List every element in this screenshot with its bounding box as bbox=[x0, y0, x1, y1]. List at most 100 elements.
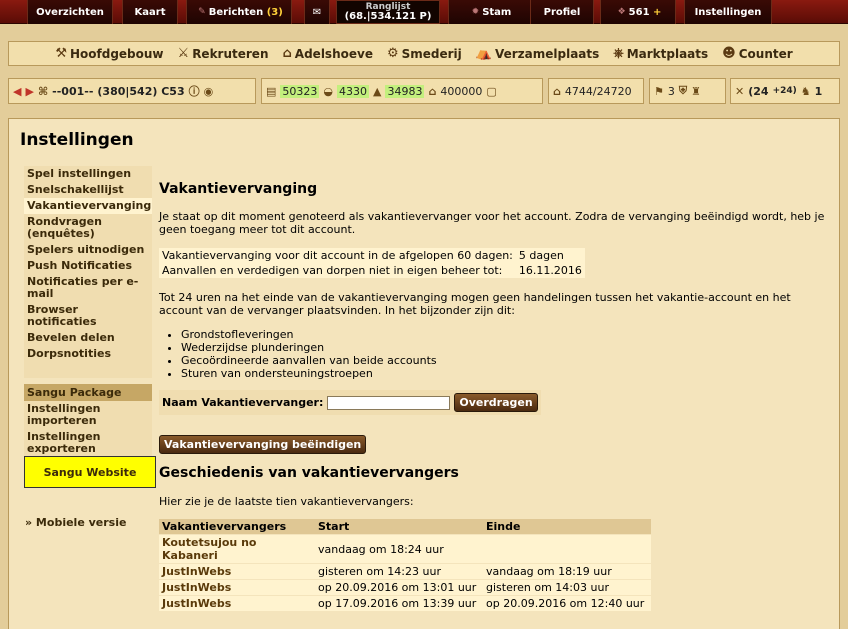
menu-email[interactable]: Notificaties per e-mail bbox=[24, 274, 152, 302]
tribe-label: Stam bbox=[482, 6, 512, 18]
menu-spacer bbox=[24, 362, 152, 378]
menu-browser[interactable]: Browser notificaties bbox=[24, 302, 152, 330]
list-item: Gecoördineerde aanvallen van beide accou… bbox=[181, 354, 831, 367]
iron-amount: 34983 bbox=[385, 84, 425, 98]
menu-sangu-export[interactable]: Instellingen exporteren bbox=[24, 429, 152, 457]
eye-icon[interactable]: ◉ bbox=[204, 85, 214, 98]
building-label: Smederij bbox=[401, 46, 462, 61]
village-name[interactable]: --001-- bbox=[52, 85, 93, 98]
player-link[interactable]: Koutetsujou no Kabaneri bbox=[162, 536, 256, 562]
substitute-form: Naam Vakantievervanger: Overdragen bbox=[159, 390, 541, 415]
table-row: JustInWebs op 17.09.2016 om 13:39 uur op… bbox=[159, 595, 651, 611]
mail-icon: ✉ bbox=[312, 6, 322, 18]
farm-icon: ⌂ bbox=[553, 84, 561, 98]
building-label: Rekruteren bbox=[192, 46, 269, 61]
mail-icon-button[interactable]: ✉ bbox=[304, 0, 330, 24]
ranking-label: Ranglijst bbox=[365, 2, 411, 11]
player-link[interactable]: JustInWebs bbox=[162, 581, 231, 594]
menu-sangu-import[interactable]: Instellingen importeren bbox=[24, 401, 152, 429]
premium-plus: + bbox=[653, 6, 662, 18]
settings-menu: Spel instellingen Snelschakellijst Vakan… bbox=[24, 166, 152, 457]
sangu-website-link[interactable]: Sangu Website bbox=[24, 456, 156, 488]
player-link[interactable]: JustInWebs bbox=[162, 597, 231, 610]
prev-village-icon[interactable]: ◀ bbox=[13, 85, 21, 98]
scroll-icon: ✎ bbox=[198, 7, 206, 17]
nav-profile[interactable]: Profiel bbox=[530, 0, 594, 24]
substitute-name-label: Naam Vakantievervanger: bbox=[162, 396, 324, 409]
attack-count-plus: +24) bbox=[772, 86, 797, 96]
end-cell: op 20.09.2016 om 12:40 uur bbox=[483, 595, 651, 611]
wood-amount: 50323 bbox=[280, 84, 320, 98]
flag-icon[interactable]: ⚑ bbox=[654, 85, 664, 98]
next-village-icon[interactable]: ▶ bbox=[25, 85, 33, 98]
overview-label: Overzichten bbox=[36, 6, 104, 18]
menu-game-settings[interactable]: Spel instellingen bbox=[24, 166, 152, 182]
building-rally-point[interactable]: ⛺ Verzamelplaats bbox=[476, 46, 600, 61]
nav-reports[interactable]: ✎ Berichten (3) bbox=[186, 0, 292, 24]
top-navigation-bar: Overzichten Kaart ✎ Berichten (3) ✉ Rang… bbox=[0, 0, 848, 24]
attack-count: (24 bbox=[748, 84, 769, 98]
transfer-button[interactable]: Overdragen bbox=[454, 393, 538, 412]
population-value: 4744/24720 bbox=[564, 84, 632, 98]
substitute-name-input[interactable] bbox=[327, 395, 451, 410]
castle-icon[interactable]: ♜ bbox=[691, 85, 701, 98]
building-headquarters[interactable]: ⚒ Hoofdgebouw bbox=[55, 46, 163, 61]
broken-image-icon: ▢ bbox=[486, 84, 497, 98]
building-label: Adelshoeve bbox=[294, 46, 373, 61]
menu-sangu-head: Sangu Package bbox=[24, 384, 152, 401]
mobile-version-link[interactable]: » Mobiele versie bbox=[25, 516, 126, 529]
settings-label: Instellingen bbox=[694, 6, 762, 18]
menu-quickbar[interactable]: Snelschakellijst bbox=[24, 182, 152, 198]
building-label: Marktplaats bbox=[626, 46, 709, 61]
wood-icon: ▤ bbox=[266, 84, 277, 98]
menu-push[interactable]: Push Notificaties bbox=[24, 258, 152, 274]
menu-village-notes[interactable]: Dorpsnotities bbox=[24, 346, 152, 362]
house-icon: ⌂ bbox=[282, 46, 292, 61]
nav-ranking[interactable]: Ranglijst (68.|534.121 P) bbox=[336, 0, 440, 24]
nav-map[interactable]: Kaart bbox=[122, 0, 178, 24]
iron-icon: ▲ bbox=[373, 84, 382, 98]
map-label: Kaart bbox=[134, 6, 166, 18]
village-box: ◀ ▶ ⌘ --001-- (380|542) C53 ⓘ ◉ bbox=[8, 78, 256, 104]
support-icon[interactable]: ♞ bbox=[801, 85, 811, 98]
menu-surveys[interactable]: Rondvragen (enquêtes) bbox=[24, 214, 152, 242]
nav-settings[interactable]: Instellingen bbox=[684, 0, 772, 24]
player-link[interactable]: JustInWebs bbox=[162, 565, 231, 578]
page-title: Instellingen bbox=[20, 130, 134, 150]
menu-vacation[interactable]: Vakantievervanging bbox=[24, 198, 152, 214]
nav-overview[interactable]: Overzichten bbox=[27, 0, 113, 24]
info-icon[interactable]: ⓘ bbox=[189, 83, 200, 99]
menu-invite[interactable]: Spelers uitnodigen bbox=[24, 242, 152, 258]
history-intro: Hier zie je de laatste tien vakantieverv… bbox=[159, 495, 414, 508]
building-smithy[interactable]: ⚙ Smederij bbox=[387, 46, 462, 61]
end-vacation-button[interactable]: Vakantievervanging beëindigen bbox=[159, 435, 367, 454]
attack-icon[interactable]: ✕ bbox=[735, 85, 744, 98]
attacks-box: ✕ (24 +24) ♞ 1 bbox=[730, 78, 840, 104]
building-academy[interactable]: ⌂ Adelshoeve bbox=[282, 46, 372, 61]
reports-count: (3) bbox=[266, 6, 283, 18]
start-cell: vandaag om 18:24 uur bbox=[315, 534, 483, 564]
vacation-intro: Je staat op dit moment genoteerd als vak… bbox=[159, 210, 825, 236]
building-market[interactable]: ⎈ Marktplaats bbox=[613, 46, 708, 61]
tribe-icon: ✹ bbox=[471, 7, 480, 17]
flag-count: 3 bbox=[667, 84, 675, 98]
nav-tribe[interactable]: ✹ Stam bbox=[448, 0, 532, 24]
history-title: Geschiedenis van vakantievervangers bbox=[159, 465, 459, 481]
premium-icon: ❖ bbox=[617, 7, 626, 17]
list-item: Grondstofleveringen bbox=[181, 328, 831, 341]
storage-capacity: 400000 bbox=[440, 84, 483, 98]
storage-icon: ⌂ bbox=[428, 84, 437, 98]
building-counter[interactable]: ☻ Counter bbox=[722, 46, 793, 61]
header-substitutes: Vakantievervangers bbox=[159, 519, 315, 535]
vacation-title: Vakantievervanging bbox=[159, 181, 318, 197]
swords-icon: ⚔ bbox=[177, 46, 190, 61]
person-icon: ☻ bbox=[722, 46, 736, 61]
building-label: Counter bbox=[738, 46, 793, 61]
building-label: Verzamelplaats bbox=[494, 46, 600, 61]
ranking-value: (68.|534.121 P) bbox=[344, 11, 432, 22]
nav-premium[interactable]: ❖ 561 + bbox=[600, 0, 676, 24]
menu-share-commands[interactable]: Bevelen delen bbox=[24, 330, 152, 346]
shield-icon[interactable]: ⛨ bbox=[679, 84, 687, 98]
building-recruit[interactable]: ⚔ Rekruteren bbox=[178, 46, 269, 61]
header-end: Einde bbox=[483, 519, 651, 535]
